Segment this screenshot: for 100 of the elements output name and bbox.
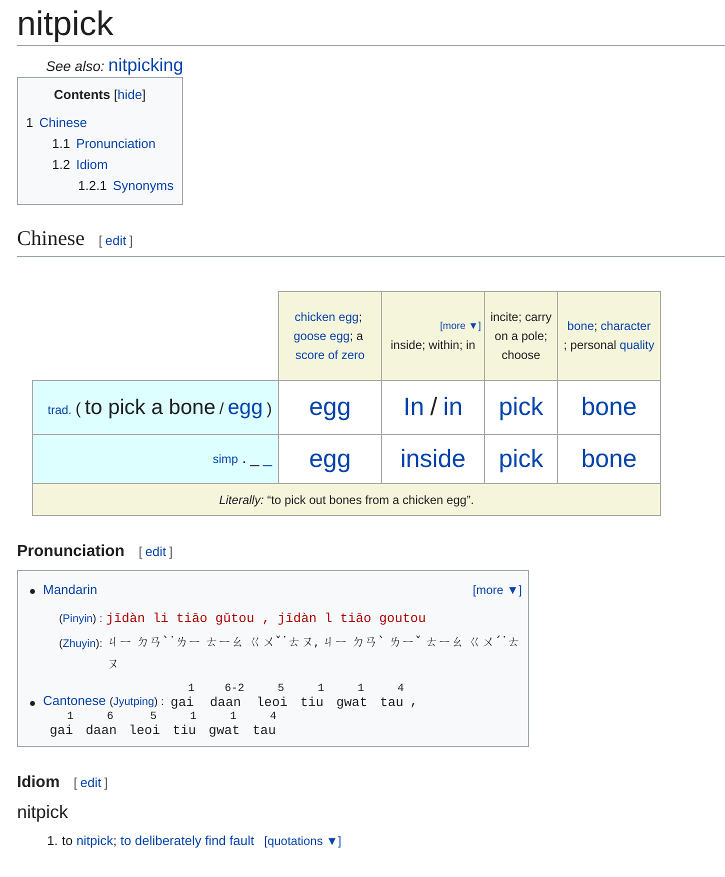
bullet-icon (30, 701, 35, 706)
toc-number: 1.1 (52, 136, 70, 152)
toc-number: 1.2 (52, 157, 70, 172)
gloss-text: ; (358, 308, 364, 326)
section-heading: Pronunciation (17, 542, 125, 562)
gloss-text: ; a (350, 328, 364, 345)
tone-number: 1 (67, 710, 74, 724)
paren: ) (266, 401, 272, 418)
toc-link[interactable]: Chinese (39, 115, 87, 130)
jyutping-syllable: gwat (208, 724, 240, 738)
punctuation: ) : (92, 612, 102, 628)
section-heading: Chinese (17, 225, 85, 252)
word-text: . (242, 450, 246, 468)
punctuation: ( (110, 695, 114, 710)
pinyin-text: jīdàn li tiāo gǔtou , jīdàn l tiāo goutou (106, 611, 426, 626)
bracket: [ (114, 86, 118, 102)
page-title: nitpick (17, 4, 725, 46)
gloss-link[interactable]: quality (620, 336, 654, 356)
edit-link[interactable]: edit (80, 775, 102, 790)
romanization-link[interactable]: Jyutping (113, 694, 154, 710)
tone-number: 1 (318, 682, 324, 696)
tone-number: 6 (106, 710, 114, 724)
punctuation: ( (59, 637, 63, 652)
punctuation: ( (59, 612, 63, 628)
contents-title: Contents (54, 86, 110, 102)
jyutping-syllable: gai (170, 696, 194, 710)
jyutping-syllable: tiu (300, 696, 324, 710)
tone-number: 1 (188, 682, 195, 696)
form-label[interactable]: simp (212, 452, 238, 466)
toc-link[interactable]: Pronunciation (76, 136, 156, 152)
jyutping-syllable: tiu (172, 724, 196, 738)
tone-number: 4 (397, 682, 404, 696)
paren: ( (76, 401, 81, 418)
literally-label: Literally: (219, 492, 264, 507)
see-also-link[interactable]: nitpicking (108, 54, 184, 75)
jyutping-syllable: daan (86, 724, 117, 738)
punctuation: ): (96, 637, 102, 652)
bracket: [ (138, 544, 142, 560)
jyutping-syllable: gai (50, 724, 73, 738)
zhuyin-text: ㄐㄧ ㄉㄢˋ˙ㄌㄧ ㄊㄧㄠ ㄍㄨˇ˙ㄊㄡ, ㄐㄧ ㄉㄢˋ ㄌㄧˇ ㄊㄧㄠ ㄍㄨˊ˙ㄊㄡ (106, 634, 522, 674)
romanization-link[interactable]: Zhuyin (62, 633, 96, 656)
language-link[interactable]: Cantonese (43, 693, 106, 708)
edit-link[interactable]: edit (105, 233, 126, 248)
tone-number: 5 (150, 710, 157, 724)
sense-number: 1. (47, 832, 58, 850)
romanization-link[interactable]: Pinyin (62, 608, 93, 630)
word-text: _ (250, 450, 260, 468)
bracket: [ (98, 233, 102, 248)
slash: / (430, 393, 438, 422)
see-also-label: See also: (46, 58, 104, 74)
toc-link[interactable]: Synonyms (112, 178, 174, 194)
gloss-text: ; (594, 318, 598, 336)
tone-number: 1 (358, 682, 364, 696)
jyutping-syllable: tau (252, 724, 276, 738)
definition-text: to (62, 832, 74, 850)
bracket: ] (129, 233, 133, 248)
tone-number: 4 (270, 710, 276, 724)
translation-link[interactable]: In (403, 393, 424, 422)
toc-number: 1 (26, 115, 34, 130)
gloss-link[interactable]: chicken egg (294, 308, 359, 327)
gloss-link[interactable]: score of zero (295, 346, 365, 365)
language-link[interactable]: Mandarin (43, 581, 98, 600)
definition-text: ; (113, 832, 118, 850)
word-link[interactable]: egg (228, 396, 263, 420)
gloss-text: incite; carry on a pole; choose (490, 310, 552, 362)
jyutping-syllable: leoi (128, 724, 160, 738)
more-toggle[interactable]: [more ▼] (385, 317, 481, 336)
toc-link[interactable]: Idiom (76, 157, 108, 172)
bracket: ] (142, 86, 146, 102)
toc-number: 1.2.1 (78, 178, 107, 194)
jyutping-syllable: leoi (256, 696, 288, 710)
gloss-link[interactable]: bone (567, 317, 594, 336)
word-text: / (219, 401, 224, 418)
word-link[interactable]: _ (263, 450, 272, 468)
definition-link[interactable]: to deliberately find fault (120, 831, 254, 851)
bracket: ] (104, 775, 108, 790)
gloss-link[interactable]: character (600, 317, 651, 336)
gloss-text: ; personal (564, 337, 618, 354)
gloss-text: inside; within; in (390, 338, 476, 352)
tone-number: 1 (190, 710, 197, 724)
headword: nitpick (17, 801, 70, 824)
more-toggle[interactable]: [more ▼] (472, 581, 522, 600)
word-text: to pick a bone (84, 396, 216, 420)
literal-translation: “to pick out bones from a chicken egg”. (267, 492, 474, 507)
jyutping-syllable: gwat (336, 696, 368, 710)
translation-link[interactable]: in (443, 393, 463, 422)
gloss-link[interactable]: goose egg (294, 326, 350, 346)
quotations-toggle[interactable]: [quotations ▼] (264, 832, 342, 850)
definition-link[interactable]: nitpick (76, 831, 114, 851)
jyutping-syllable: daan (210, 696, 242, 710)
bracket: ] (169, 544, 173, 560)
tone-number: 6-2 (224, 682, 244, 696)
tone-number: 1 (230, 710, 237, 724)
form-label[interactable]: trad. (48, 403, 72, 418)
section-heading: Idiom (17, 773, 60, 794)
jyutping-syllable: tau (380, 696, 404, 710)
bullet-icon (30, 589, 35, 594)
hide-link[interactable]: hide (118, 86, 142, 102)
tone-number: 5 (278, 682, 284, 696)
edit-link[interactable]: edit (145, 544, 166, 560)
